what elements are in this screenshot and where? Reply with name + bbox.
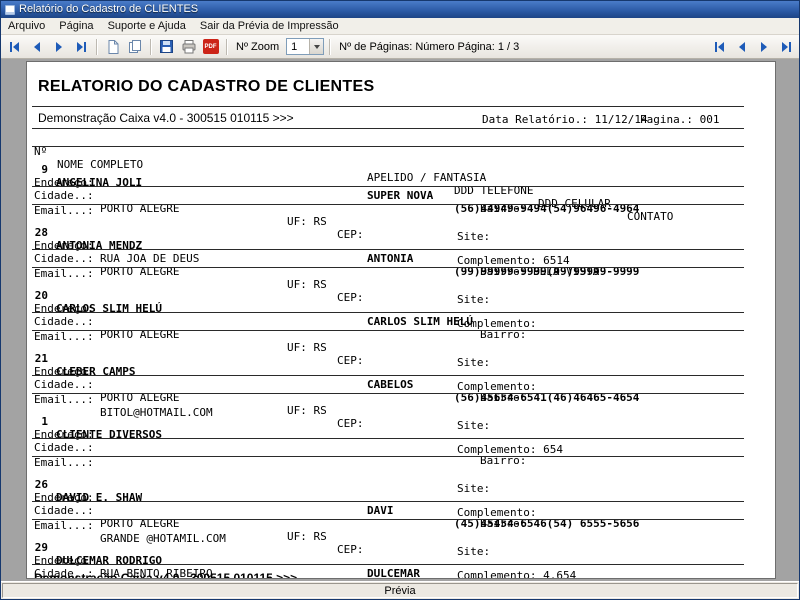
client-name-row: 21 CLEBER CAMPS CABELOS (56)45654-6541(4… [27, 339, 775, 404]
client-record: 21 CLEBER CAMPS CABELOS (56)45654-6541(4… [27, 339, 775, 456]
client-name-row: 9 ANGELINA JOLI SUPER NOVA (56)44949-949… [27, 150, 775, 215]
chevron-down-icon[interactable] [309, 39, 324, 54]
menu-suporte-ajuda[interactable]: Suporte e Ajuda [101, 19, 193, 33]
print-button[interactable] [178, 37, 199, 57]
rule [32, 267, 744, 268]
two-pages-icon [127, 39, 143, 55]
client-address-row: Endereço: Bairro: [27, 289, 775, 341]
printer-icon [181, 39, 197, 55]
pages-info-label: Nº de Páginas: Número Página: 1 / 3 [339, 40, 520, 53]
zoom-label: Nº Zoom [236, 40, 280, 53]
client-apelido: DULCEMAR [367, 567, 420, 579]
prev-page-button-right[interactable] [731, 37, 752, 57]
preview-area[interactable]: RELATORIO DO CADASTRO DE CLIENTES Demons… [1, 59, 799, 581]
toolbar-separator [226, 38, 227, 55]
app-window: Relatório do Cadastro de CLIENTES Arquiv… [0, 0, 800, 600]
toolbar-separator [96, 38, 97, 55]
single-page-icon [105, 39, 121, 55]
client-address-row: Endereço: RUA JOA DE DEUS Bairro: BELA V… [27, 226, 775, 278]
clipped-footer-line: Demonstração Caixa v4.0 - 300515 010115 … [34, 571, 298, 579]
client-record: 1 CLIENTE DIVERSOS Endereço: Bairro: Cid… [27, 402, 775, 519]
menu-arquivo[interactable]: Arquivo [1, 19, 52, 33]
client-name-row: 29 DULCEMAR RODRIGO DULCEMAR (65)46346-4… [27, 528, 775, 578]
rule [32, 312, 744, 313]
client-name-row: 1 CLIENTE DIVERSOS [27, 402, 775, 441]
rule [32, 438, 744, 439]
client-address-row: Endereço: Bairro: [27, 478, 775, 530]
pdf-icon: PDF [202, 39, 219, 54]
rule [32, 393, 744, 394]
next-page-button-right[interactable] [753, 37, 774, 57]
save-button[interactable] [156, 37, 177, 57]
rule [32, 519, 744, 520]
client-name-row: 20 CARLOS SLIM HELÚ CARLOS SLIM HELÚ [27, 276, 775, 328]
rule [32, 501, 744, 502]
client-address-row: Endereço: RUA BENTO RIBEIRO Bairro: BELA… [27, 541, 775, 578]
menu-pagina[interactable]: Página [52, 19, 100, 33]
client-address-row: Endereço: Bairro: [27, 352, 775, 404]
client-record: 26 DAVID E. SHAW DAVI (45)45454-6546(54)… [27, 465, 775, 578]
menu-sair-previa[interactable]: Sair da Prévia de Impressão [193, 19, 346, 33]
next-page-icon [756, 39, 772, 55]
app-icon [5, 4, 15, 15]
toolbar-separator [329, 38, 331, 55]
export-pdf-button[interactable]: PDF [200, 37, 221, 57]
first-page-button[interactable] [4, 37, 25, 57]
client-email-row: Email...: Site: [27, 443, 775, 495]
records-container: 9 ANGELINA JOLI SUPER NOVA (56)44949-949… [27, 62, 775, 578]
rule [32, 375, 744, 376]
menubar: Arquivo Página Suporte e Ajuda Sair da P… [1, 18, 799, 35]
last-page-button[interactable] [70, 37, 91, 57]
zoom-select[interactable]: 1 [286, 38, 325, 55]
zoom-value: 1 [291, 41, 298, 53]
client-email-row: Email...: BITOL@HOTMAIL.COM Site: [27, 380, 775, 432]
first-page-button-right[interactable] [709, 37, 730, 57]
next-page-icon [51, 39, 67, 55]
titlebar[interactable]: Relatório do Cadastro de CLIENTES [1, 1, 799, 18]
status-panel: Prévia [2, 583, 798, 598]
first-page-icon [7, 39, 23, 55]
last-page-icon [73, 39, 89, 55]
prev-page-button[interactable] [26, 37, 47, 57]
rule [32, 204, 744, 205]
client-email-row: Email...: GRANDE @HOTAMIL.COM Site: [27, 506, 775, 558]
rule [32, 330, 744, 331]
prev-page-icon [734, 39, 750, 55]
client-record: 9 ANGELINA JOLI SUPER NOVA (56)44949-949… [27, 150, 775, 267]
rule [32, 456, 744, 457]
last-page-button-right[interactable] [775, 37, 796, 57]
client-email-row: Email...: Site: [27, 317, 775, 369]
window-title: Relatório do Cadastro de CLIENTES [19, 3, 199, 15]
client-address-row: Endereço: Bairro: [27, 163, 775, 215]
client-name-row: 28 ANTONIA MENDZ ANTONIA (99)99999-9999(… [27, 213, 775, 278]
client-name-row: 26 DAVID E. SHAW DAVI (45)45454-6546(54)… [27, 465, 775, 530]
client-address-row: Endereço: Bairro: [27, 415, 775, 467]
rule [32, 186, 744, 187]
rule [32, 564, 744, 565]
statusbar: Prévia [1, 581, 799, 599]
status-text: Prévia [384, 584, 416, 597]
toolbar: PDF Nº Zoom 1 Nº de Páginas: Número Pági… [1, 35, 799, 59]
prev-page-icon [29, 39, 45, 55]
client-record: 20 CARLOS SLIM HELÚ CARLOS SLIM HELÚ End… [27, 276, 775, 393]
next-page-button[interactable] [48, 37, 69, 57]
last-page-icon [778, 39, 794, 55]
report-page: RELATORIO DO CADASTRO DE CLIENTES Demons… [26, 61, 776, 579]
client-email-row: Email...: Site: [27, 254, 775, 306]
client-email-row: Email...: Site: [27, 191, 775, 243]
single-page-view-button[interactable] [102, 37, 123, 57]
save-icon [159, 39, 174, 54]
two-page-view-button[interactable] [124, 37, 145, 57]
client-record: 28 ANTONIA MENDZ ANTONIA (99)99999-9999(… [27, 213, 775, 330]
rule [32, 249, 744, 250]
first-page-icon [712, 39, 728, 55]
toolbar-separator [150, 38, 151, 55]
